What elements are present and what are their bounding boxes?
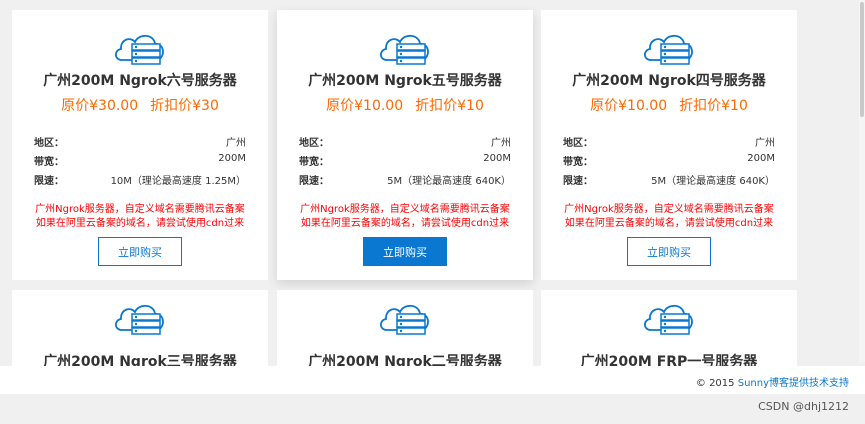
spec-value: 200M [483, 153, 511, 164]
spec-label: 带宽： [34, 157, 64, 168]
spec-label: 地区： [34, 138, 64, 149]
server-grid: 广州200M Ngrok六号服务器 原价¥30.00 折扣价¥30 地区： 广州 … [0, 0, 865, 424]
spec-label: 限速： [34, 176, 64, 187]
server-card: 广州200M Ngrok六号服务器 原价¥30.00 折扣价¥30 地区： 广州 … [12, 10, 268, 280]
scrollbar-thumb[interactable] [860, 2, 864, 117]
server-card: 广州200M Ngrok五号服务器 原价¥10.00 折扣价¥10 地区： 广州 … [277, 10, 533, 280]
server-title: 广州200M FRP一号服务器 [580, 354, 758, 366]
copyright-text: © 2015 [695, 378, 735, 389]
spec-label: 地区： [299, 138, 329, 149]
spec-value: 5M（理论最高速度 640K） [387, 176, 511, 187]
spec-value: 广州 [491, 138, 511, 149]
spec-value: 广州 [755, 138, 775, 149]
spec-value: 5M（理论最高速度 640K） [651, 176, 775, 187]
discount-price: 折扣价¥30 [150, 98, 219, 114]
cloud-server-icon [379, 304, 429, 335]
original-price: 原价¥10.00 [590, 98, 668, 114]
buy-now-button[interactable]: 立即购买 [363, 237, 447, 266]
notice-line: 如果在阿里云备案的域名，请尝试使用cdn过来 [564, 218, 774, 229]
spec-label: 地区： [563, 138, 593, 149]
notice-line: 广州Ngrok服务器，自定义域名需要腾讯云备案 [564, 204, 774, 215]
spec-value: 200M [218, 153, 246, 164]
server-title: 广州200M Ngrok六号服务器 [43, 73, 237, 89]
original-price: 原价¥30.00 [61, 98, 139, 114]
server-title: 广州200M Ngrok五号服务器 [308, 73, 502, 89]
server-title: 广州200M Ngrok二号服务器 [308, 354, 502, 366]
notice-line: 广州Ngrok服务器，自定义域名需要腾讯云备案 [35, 204, 245, 215]
server-card: 广州200M Ngrok三号服务器 [12, 290, 268, 366]
price-line: 原价¥30.00 折扣价¥30 [12, 95, 268, 115]
notice-line: 如果在阿里云备案的域名，请尝试使用cdn过来 [35, 218, 245, 229]
price-line: 原价¥10.00 折扣价¥10 [277, 95, 533, 115]
server-card: 广州200M Ngrok四号服务器 原价¥10.00 折扣价¥10 地区： 广州 … [541, 10, 797, 280]
notice-line: 如果在阿里云备案的域名，请尝试使用cdn过来 [300, 218, 510, 229]
notice-line: 广州Ngrok服务器，自定义域名需要腾讯云备案 [300, 204, 510, 215]
server-card: 广州200M FRP一号服务器 [541, 290, 797, 366]
price-line: 原价¥10.00 折扣价¥10 [541, 95, 797, 115]
notice-text: 广州Ngrok服务器，自定义域名需要腾讯云备案 如果在阿里云备案的域名，请尝试使… [22, 203, 258, 231]
cloud-server-icon [379, 34, 429, 65]
notice-text: 广州Ngrok服务器，自定义域名需要腾讯云备案 如果在阿里云备案的域名，请尝试使… [287, 203, 523, 231]
buy-now-button[interactable]: 立即购买 [98, 237, 182, 266]
cloud-server-icon [643, 34, 693, 65]
cloud-server-icon [114, 304, 164, 335]
cloud-server-icon [114, 34, 164, 65]
spec-label: 限速： [299, 176, 329, 187]
spec-value: 广州 [226, 138, 246, 149]
spec-value: 10M（理论最高速度 1.25M） [110, 176, 246, 187]
spec-label: 带宽： [563, 157, 593, 168]
spec-label: 带宽： [299, 157, 329, 168]
page-footer: © 2015 Sunny博客提供技术支持 [0, 366, 865, 394]
spec-value: 200M [747, 153, 775, 164]
cloud-server-icon [643, 304, 693, 335]
server-card: 广州200M Ngrok二号服务器 [277, 290, 533, 366]
footer-copyright: © 2015 Sunny博客提供技术支持 [696, 374, 849, 389]
buy-now-button[interactable]: 立即购买 [627, 237, 711, 266]
original-price: 原价¥10.00 [326, 98, 404, 114]
discount-price: 折扣价¥10 [679, 98, 748, 114]
support-link[interactable]: Sunny博客提供技术支持 [738, 378, 849, 389]
watermark-text: CSDN @dhj1212 [758, 400, 849, 413]
notice-text: 广州Ngrok服务器，自定义域名需要腾讯云备案 如果在阿里云备案的域名，请尝试使… [551, 203, 787, 231]
spec-label: 限速： [563, 176, 593, 187]
server-title: 广州200M Ngrok三号服务器 [43, 354, 237, 366]
vertical-scrollbar[interactable] [859, 0, 865, 362]
server-title: 广州200M Ngrok四号服务器 [572, 73, 766, 89]
discount-price: 折扣价¥10 [415, 98, 484, 114]
